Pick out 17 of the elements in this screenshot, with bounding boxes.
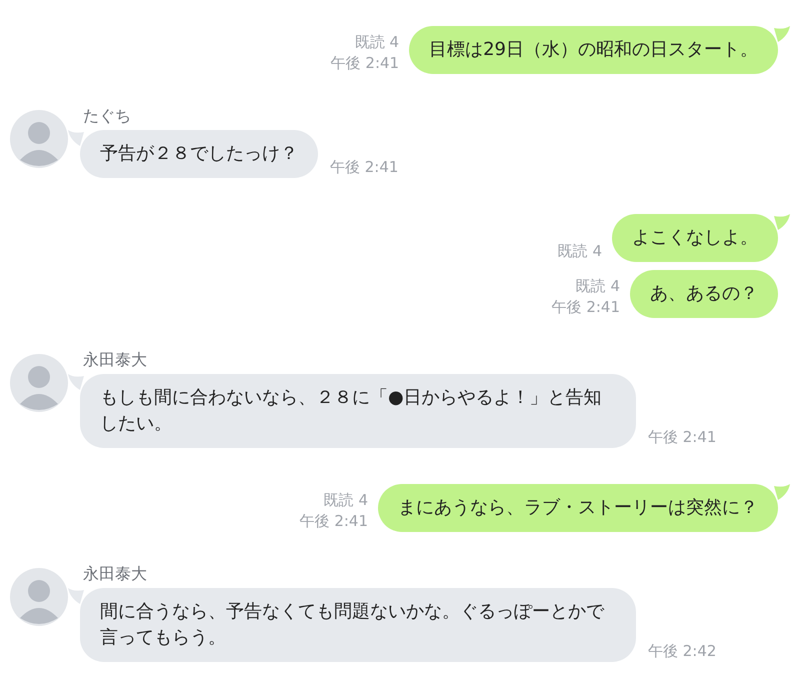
timestamp: 午後 2:41	[330, 53, 400, 74]
timestamp: 午後 2:41	[300, 511, 368, 532]
timestamp: 午後 2:41	[330, 157, 398, 178]
sender-name: 永田泰大	[83, 564, 148, 584]
avatar[interactable]	[10, 354, 68, 412]
timestamp: 午後 2:41	[552, 297, 620, 318]
message-bubble: あ、あるの？	[630, 270, 778, 318]
timestamp: 午後 2:42	[648, 641, 716, 662]
avatar[interactable]	[10, 568, 68, 626]
read-receipt: 既読 4	[322, 490, 368, 511]
read-receipt: 既読 4	[574, 276, 620, 297]
timestamp: 午後 2:41	[648, 427, 716, 448]
sender-name: 永田泰大	[83, 350, 148, 370]
read-receipt: 既読 4	[558, 241, 602, 262]
avatar[interactable]	[10, 110, 68, 168]
sender-name: たぐち	[83, 106, 132, 126]
read-receipt: 既読 4	[354, 32, 400, 53]
